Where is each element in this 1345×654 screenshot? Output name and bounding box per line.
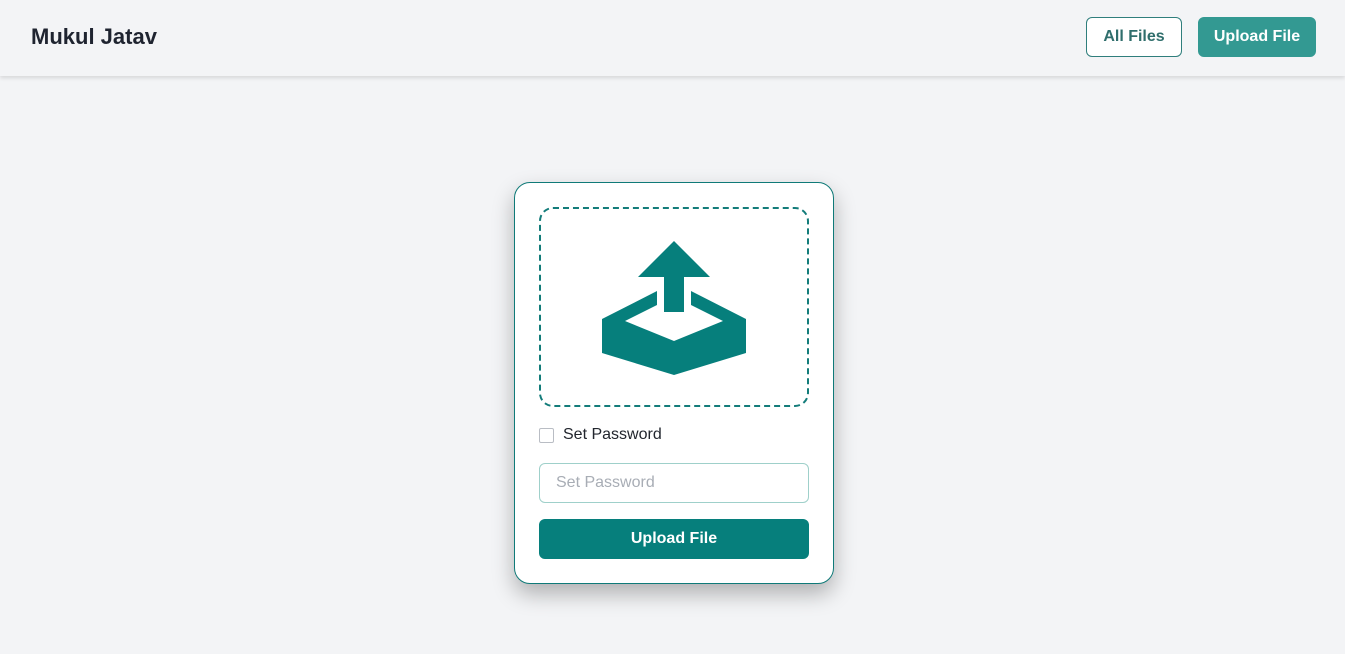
all-files-button[interactable]: All Files xyxy=(1086,17,1182,57)
nav-upload-file-button[interactable]: Upload File xyxy=(1198,17,1316,57)
set-password-checkbox[interactable] xyxy=(539,427,554,443)
set-password-label: Set Password xyxy=(563,426,662,443)
set-password-row: Set Password xyxy=(539,425,662,445)
navbar: Mukul Jatav All Files Upload File xyxy=(0,0,1345,76)
password-input[interactable] xyxy=(539,463,809,503)
upload-file-submit-button[interactable]: Upload File xyxy=(539,519,809,559)
upload-tray-icon xyxy=(602,241,746,375)
brand-title: Mukul Jatav xyxy=(31,24,157,49)
file-dropzone[interactable] xyxy=(539,207,809,407)
upload-card: Set Password Upload File xyxy=(514,182,834,584)
